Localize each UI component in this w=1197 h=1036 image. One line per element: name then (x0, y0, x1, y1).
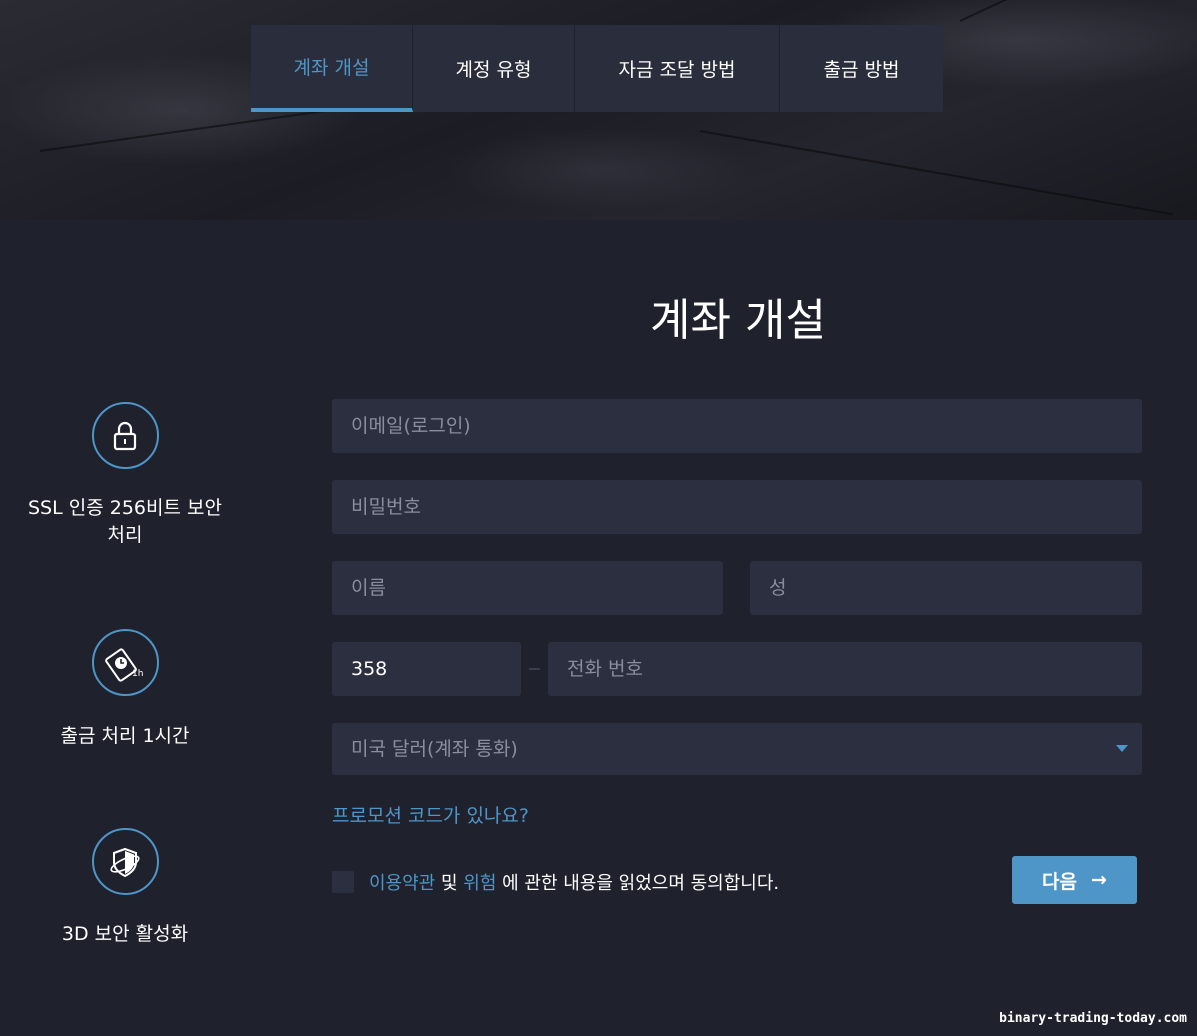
agree-checkbox[interactable] (332, 871, 354, 893)
chevron-down-icon (1116, 745, 1128, 752)
risk-link[interactable]: 위험 (463, 873, 496, 894)
first-name-field[interactable] (332, 561, 723, 615)
tab-open-account[interactable]: 계좌 개설 (251, 25, 413, 112)
watermark: binary-trading-today.com (999, 1011, 1187, 1026)
email-field[interactable] (332, 399, 1142, 453)
feature-ssl: SSL 인증 256비트 보안 처리 (0, 402, 250, 549)
promo-code-link[interactable]: 프로모션 코드가 있나요? (332, 801, 529, 828)
agree-rest-text: 에 관한 내용을 읽었으며 동의합니다. (502, 873, 780, 894)
feature-label: 출금 처리 1시간 (60, 725, 190, 747)
phone-code-field[interactable] (332, 642, 521, 696)
shield-3d-icon (110, 847, 140, 877)
next-button[interactable]: 다음 → (1012, 856, 1137, 904)
tab-bar: 계좌 개설 계정 유형 자금 조달 방법 출금 방법 (251, 25, 943, 112)
tab-funding-methods[interactable]: 자금 조달 방법 (575, 25, 780, 112)
svg-text:1h: 1h (132, 669, 143, 679)
feature-icon-circle (91, 828, 159, 895)
terms-link[interactable]: 이용약관 (369, 873, 435, 894)
tab-withdrawal-methods[interactable]: 출금 방법 (780, 25, 943, 112)
lock-icon (113, 421, 137, 450)
hero-decoration (959, 0, 1160, 22)
feature-label: SSL 인증 256비트 보안 처리 (28, 497, 222, 546)
feature-icon-circle: 1h (91, 629, 159, 696)
agree-text: 이용약관 및 위험 에 관한 내용을 읽었으며 동의합니다. (369, 869, 779, 895)
agree-and-text: 및 (440, 873, 458, 894)
money-clock-icon: 1h (105, 647, 143, 682)
phone-separator (529, 668, 540, 670)
currency-select[interactable]: 미국 달러(계좌 통화) (332, 723, 1142, 775)
feature-label: 3D 보안 활성화 (61, 923, 189, 945)
feature-3d-secure: 3D 보안 활성화 (0, 828, 250, 948)
arrow-right-icon: → (1091, 869, 1107, 891)
next-button-label: 다음 (1042, 870, 1078, 893)
tab-account-types[interactable]: 계정 유형 (413, 25, 575, 112)
currency-selected-value: 미국 달러(계좌 통화) (351, 738, 518, 760)
page-title: 계좌 개설 (650, 295, 826, 346)
phone-field[interactable] (548, 642, 1142, 696)
hero-decoration (699, 130, 1173, 216)
feature-icon-circle (91, 402, 159, 469)
password-field[interactable] (332, 480, 1142, 534)
last-name-field[interactable] (750, 561, 1142, 615)
feature-withdrawal: 1h 출금 처리 1시간 (0, 629, 250, 750)
